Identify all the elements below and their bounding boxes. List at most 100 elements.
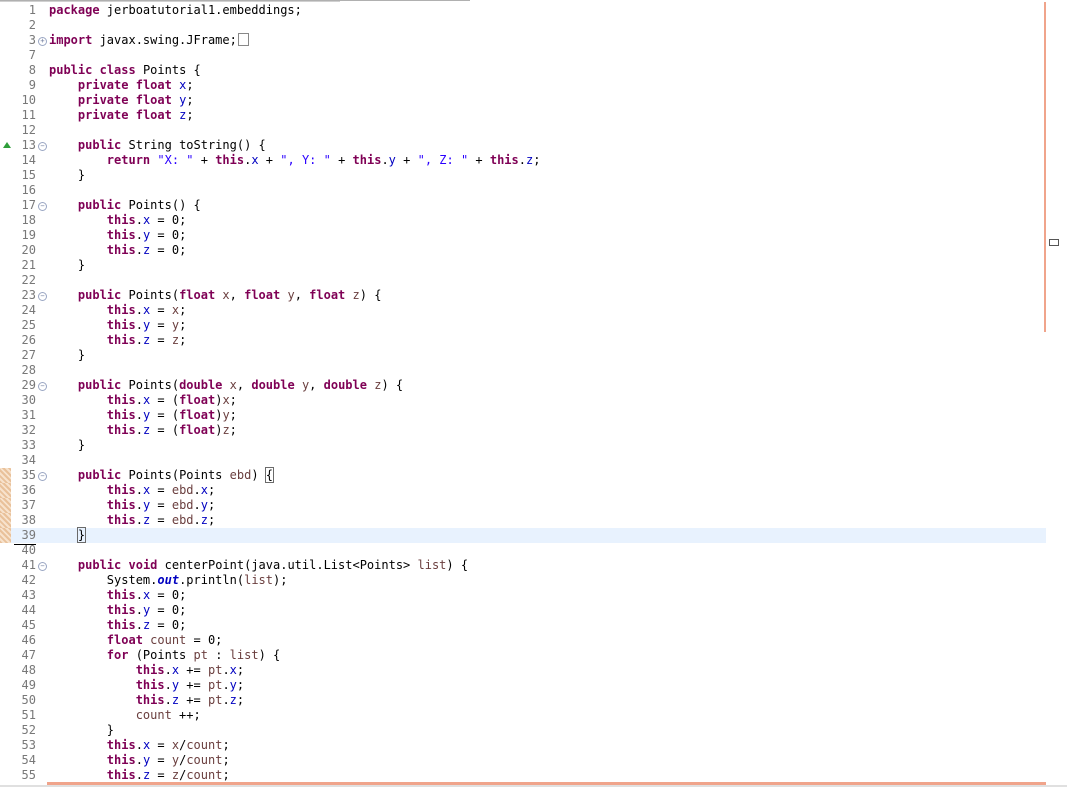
code-line[interactable]: 10 private float y; (0, 93, 1046, 108)
code-text[interactable]: public Points(double x, double y, double… (49, 378, 403, 393)
code-line[interactable]: 47 for (Points pt : list) { (0, 648, 1046, 663)
collapse-fold-icon[interactable]: − (38, 202, 47, 211)
code-line[interactable]: 27 } (0, 348, 1046, 363)
code-line[interactable]: 31 this.y = (float)y; (0, 408, 1046, 423)
code-text[interactable]: this.y = y/count; (49, 753, 230, 768)
collapse-fold-icon[interactable]: − (38, 382, 47, 391)
code-line[interactable]: 30 this.x = (float)x; (0, 393, 1046, 408)
code-text[interactable]: this.y = (float)y; (49, 408, 237, 423)
code-line[interactable]: 42 System.out.println(list); (0, 573, 1046, 588)
code-line[interactable]: 12 (0, 123, 1046, 138)
code-text[interactable]: public class Points { (49, 63, 201, 78)
code-line[interactable]: 21 } (0, 258, 1046, 273)
code-line[interactable]: 32 this.z = (float)z; (0, 423, 1046, 438)
code-line[interactable]: 1 package jerboatutorial1.embeddings; (0, 3, 1046, 18)
code-line[interactable]: 23− public Points(float x, float y, floa… (0, 288, 1046, 303)
code-line[interactable]: 49 this.y += pt.y; (0, 678, 1046, 693)
code-text[interactable]: float count = 0; (49, 633, 223, 648)
code-line[interactable]: 34 (0, 453, 1046, 468)
code-line[interactable]: 9 private float x; (0, 78, 1046, 93)
code-text[interactable]: this.y = 0; (49, 603, 187, 618)
code-line[interactable]: 22 (0, 273, 1046, 288)
code-text[interactable]: } (49, 723, 114, 738)
code-text[interactable]: this.z = ebd.z; (49, 513, 215, 528)
code-line[interactable]: 28 (0, 363, 1046, 378)
code-line[interactable]: 38 this.z = ebd.z; (0, 513, 1046, 528)
collapse-fold-icon[interactable]: − (38, 292, 47, 301)
code-line[interactable]: 40 (0, 543, 1046, 558)
code-text[interactable]: count ++; (49, 708, 201, 723)
code-text[interactable]: } (49, 168, 85, 183)
code-line[interactable]: 3 + import javax.swing.JFrame; (0, 33, 1046, 48)
code-text[interactable]: private float z; (49, 108, 194, 123)
code-text[interactable]: } (49, 258, 85, 273)
code-line[interactable]: 53 this.x = x/count; (0, 738, 1046, 753)
code-text[interactable]: this.x = x/count; (49, 738, 230, 753)
collapse-fold-icon[interactable]: − (38, 562, 47, 571)
code-line[interactable]: 29− public Points(double x, double y, do… (0, 378, 1046, 393)
code-text[interactable]: public Points(float x, float y, float z)… (49, 288, 382, 303)
code-text[interactable]: this.z = z/count; (49, 768, 230, 783)
code-line[interactable]: 54 this.y = y/count; (0, 753, 1046, 768)
code-text[interactable]: this.x = 0; (49, 213, 187, 228)
horizontal-scrollbar-thumb[interactable] (47, 782, 1046, 785)
code-line[interactable]: 55 this.z = z/count; (0, 768, 1046, 783)
code-text[interactable]: return "X: " + this.x + ", Y: " + this.y… (49, 153, 541, 168)
code-line[interactable]: 33 } (0, 438, 1046, 453)
code-line[interactable]: 26 this.z = z; (0, 333, 1046, 348)
code-text[interactable]: this.y = ebd.y; (49, 498, 215, 513)
code-line[interactable]: 46 float count = 0; (0, 633, 1046, 648)
expand-fold-icon[interactable]: + (38, 37, 47, 46)
code-text[interactable]: package jerboatutorial1.embeddings; (49, 3, 302, 18)
code-line[interactable]: 35− public Points(Points ebd) { (0, 467, 1046, 483)
code-line[interactable]: 17− public Points() { (0, 198, 1046, 213)
code-text[interactable]: this.z = z; (49, 333, 187, 348)
code-line[interactable]: 15 } (0, 168, 1046, 183)
collapse-fold-icon[interactable]: − (38, 142, 47, 151)
code-text[interactable]: public void centerPoint(java.util.List<P… (49, 558, 468, 573)
code-text[interactable]: this.y = 0; (49, 228, 187, 243)
code-text[interactable]: this.z += pt.z; (49, 693, 244, 708)
code-text[interactable]: import javax.swing.JFrame; (49, 33, 249, 48)
code-line[interactable]: 52 } (0, 723, 1046, 738)
code-line[interactable]: 44 this.y = 0; (0, 603, 1046, 618)
code-line[interactable]: 14 return "X: " + this.x + ", Y: " + thi… (0, 153, 1046, 168)
code-text[interactable]: } (49, 438, 85, 453)
code-line[interactable]: 48 this.x += pt.x; (0, 663, 1046, 678)
code-text[interactable]: this.x = 0; (49, 588, 187, 603)
code-line[interactable]: 51 count ++; (0, 708, 1046, 723)
code-text[interactable]: this.x = ebd.x; (49, 483, 215, 498)
code-text[interactable]: this.z = 0; (49, 618, 187, 633)
code-line[interactable]: 16 (0, 183, 1046, 198)
code-text[interactable]: this.y = y; (49, 318, 187, 333)
code-line[interactable]: 36 this.x = ebd.x; (0, 483, 1046, 498)
code-text[interactable]: this.z = (float)z; (49, 423, 237, 438)
code-text[interactable]: public String toString() { (49, 138, 266, 153)
code-text[interactable]: this.x = x; (49, 303, 187, 318)
code-text[interactable]: for (Points pt : list) { (49, 648, 280, 663)
code-text[interactable]: this.y += pt.y; (49, 678, 244, 693)
code-text[interactable]: public Points() { (49, 198, 201, 213)
collapse-fold-icon[interactable]: − (38, 472, 47, 481)
code-line[interactable]: 20 this.z = 0; (0, 243, 1046, 258)
code-line[interactable]: 11 private float z; (0, 108, 1046, 123)
code-line[interactable]: 25 this.y = y; (0, 318, 1046, 333)
code-text[interactable]: } (49, 348, 85, 363)
code-text[interactable]: } (49, 527, 87, 543)
code-line[interactable]: 18 this.x = 0; (0, 213, 1046, 228)
code-line[interactable]: 39 } (0, 527, 1046, 543)
code-line[interactable]: 13− public String toString() { (0, 138, 1046, 153)
collapsed-region-icon[interactable] (237, 33, 249, 46)
code-line[interactable]: 7 (0, 48, 1046, 63)
code-text[interactable]: this.x = (float)x; (49, 393, 237, 408)
code-text[interactable]: this.x += pt.x; (49, 663, 244, 678)
code-text[interactable]: private float y; (49, 93, 194, 108)
code-editor[interactable]: 1 package jerboatutorial1.embeddings; 2 3 + i… (0, 0, 1067, 787)
code-line[interactable]: 37 this.y = ebd.y; (0, 498, 1046, 513)
code-text[interactable]: public Points(Points ebd) { (49, 467, 275, 483)
overview-ruler[interactable] (1047, 0, 1067, 787)
code-line[interactable]: 45 this.z = 0; (0, 618, 1046, 633)
code-line[interactable]: 8 public class Points { (0, 63, 1046, 78)
code-line[interactable]: 19 this.y = 0; (0, 228, 1046, 243)
code-line[interactable]: 43 this.x = 0; (0, 588, 1046, 603)
